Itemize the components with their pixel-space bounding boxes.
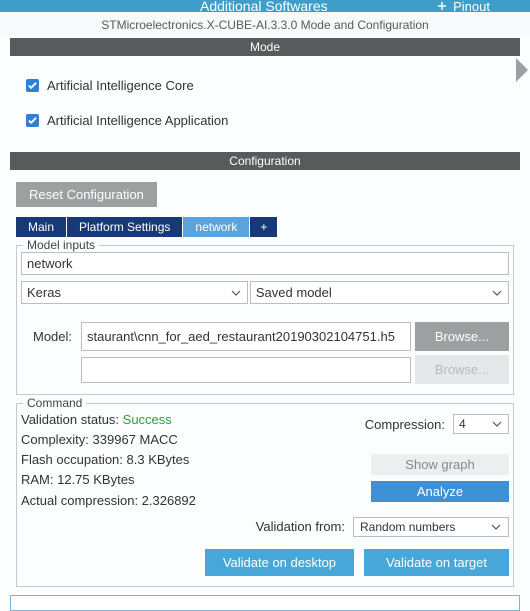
bottom-progress-bar [10,595,520,611]
chevron-down-icon [490,521,502,533]
check-icon [27,80,38,91]
module-subtitle: STMicroelectronics.X-CUBE-AI.3.3.0 Mode … [0,12,530,36]
validation-status-label: Validation status: [21,412,123,427]
model-label: Model: [21,329,77,344]
command-legend: Command [23,396,86,410]
model-inputs-fieldset: Model inputs network Keras Saved model M… [16,245,514,395]
compression-value: 4 [459,417,466,431]
topbar-title: Additional Softwares [200,0,328,12]
modeltype-value: Saved model [256,285,332,300]
ai-core-label: Artificial Intelligence Core [47,78,194,93]
scroll-indicator-icon[interactable] [516,58,528,82]
reset-config-button[interactable]: Reset Configuration [16,182,157,207]
ai-app-label: Artificial Intelligence Application [47,113,228,128]
flash-line: Flash occupation: 8.3 KBytes [21,450,196,470]
validation-from-select[interactable]: Random numbers [353,517,509,537]
ai-app-checkbox[interactable] [26,114,39,127]
validation-from-value: Random numbers [360,520,455,534]
mode-band: Mode [10,38,520,56]
ai-core-checkbox[interactable] [26,79,39,92]
network-name-input[interactable]: network [21,252,509,275]
modeltype-select[interactable]: Saved model [250,281,509,304]
model-path-input-2[interactable] [81,357,411,383]
complexity-line: Complexity: 339967 MACC [21,430,196,450]
framework-select[interactable]: Keras [21,281,248,304]
framework-value: Keras [27,285,61,300]
tab-add[interactable]: + [250,217,278,237]
pinout-toggle[interactable]: Pinout [437,0,490,12]
check-icon [27,115,38,126]
actual-compression-line: Actual compression: 2.326892 [21,491,196,511]
validate-target-button[interactable]: Validate on target [364,549,509,576]
tab-platform[interactable]: Platform Settings [67,217,183,237]
model-inputs-legend: Model inputs [23,238,99,252]
browse-model-button-disabled: Browse... [415,355,509,384]
config-band: Configuration [10,152,520,170]
validation-status-value: Success [123,412,172,427]
tab-network[interactable]: network [183,217,250,237]
validation-from-label: Validation from: [256,519,345,534]
pinout-label: Pinout [453,0,490,12]
ram-line: RAM: 12.75 KBytes [21,470,196,490]
browse-model-button[interactable]: Browse... [415,322,509,351]
compression-label: Compression: [365,417,445,432]
tab-main[interactable]: Main [16,217,67,237]
chevron-down-icon [230,287,242,299]
analyze-button[interactable]: Analyze [371,481,509,502]
compression-select[interactable]: 4 [453,414,509,434]
command-fieldset: Command Validation status: Success Compl… [16,403,514,587]
chevron-down-icon [491,418,503,430]
plus-icon [437,1,447,11]
validation-status-line: Validation status: Success [21,410,196,430]
chevron-down-icon [491,287,503,299]
model-path-input[interactable]: staurant\cnn_for_aed_restaurant201903021… [81,322,411,351]
show-graph-button[interactable]: Show graph [371,454,509,475]
validate-desktop-button[interactable]: Validate on desktop [205,549,354,576]
